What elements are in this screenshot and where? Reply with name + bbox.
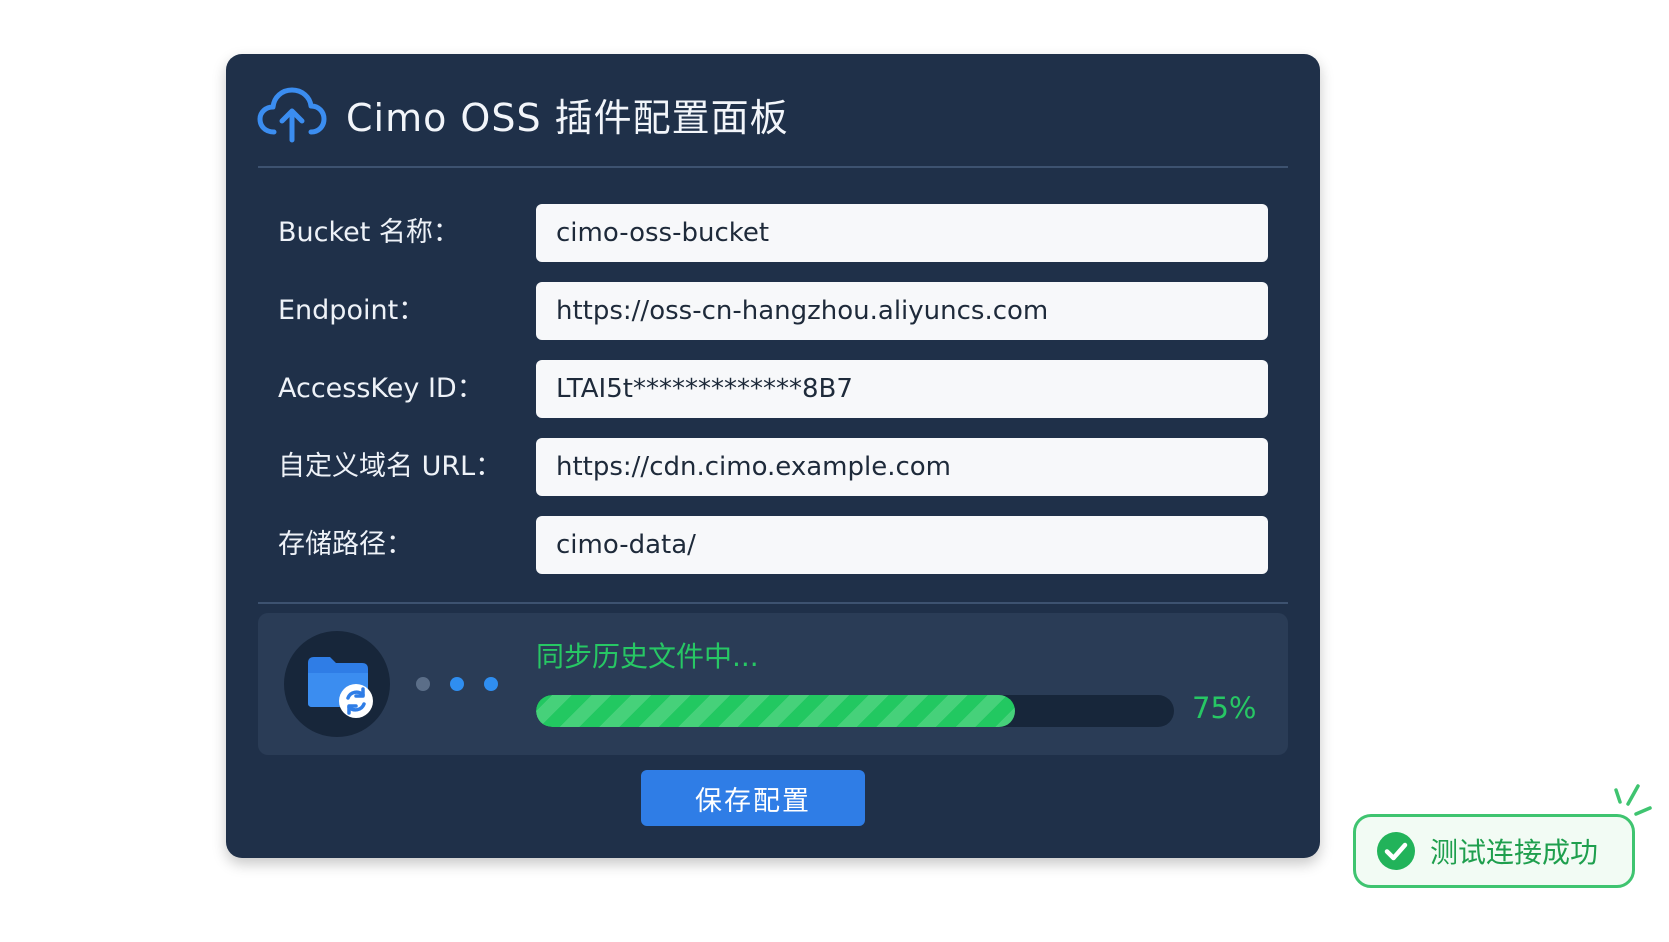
sync-status-box: 同步历史文件中... 75% [258,613,1288,755]
custom-domain-label: 自定义域名 URL： [278,451,503,482]
folder-sync-icon [308,657,373,718]
bucket-label: Bucket 名称： [278,217,460,248]
form-row-storage-path: 存储路径： [226,516,1320,574]
sync-dot [450,677,464,691]
endpoint-input[interactable] [536,282,1268,340]
sync-progress-bar [536,695,1174,727]
save-config-button[interactable]: 保存配置 [641,770,865,826]
page-title: Cimo OSS 插件配置面板 [346,95,789,140]
endpoint-label: Endpoint： [278,295,426,326]
connection-success-toast: 测试连接成功 [1353,814,1635,888]
form-row-bucket: Bucket 名称： [226,204,1320,262]
form-divider [258,602,1288,604]
custom-domain-input[interactable] [536,438,1268,496]
header-divider [258,166,1288,168]
sync-progress-percent: 75% [1192,691,1257,725]
folder-sync-badge [284,631,390,737]
storage-path-label: 存储路径： [278,529,413,560]
sync-status-text: 同步历史文件中... [536,640,759,673]
check-circle-icon [1377,832,1415,870]
form-row-custom-domain: 自定义域名 URL： [226,438,1320,496]
panel-header: Cimo OSS 插件配置面板 [256,84,789,144]
config-panel: Cimo OSS 插件配置面板 Bucket 名称： Endpoint： Acc… [226,54,1320,858]
cloud-upload-icon [257,87,327,143]
toast-message: 测试连接成功 [1430,836,1599,869]
accesskey-id-input[interactable] [536,360,1268,418]
accesskey-label: AccessKey ID： [278,373,484,404]
sync-dots [416,676,518,692]
sync-dot [416,677,430,691]
sync-dot [484,677,498,691]
sync-progress-fill [536,695,1015,727]
storage-path-input[interactable] [536,516,1268,574]
page: Cimo OSS 插件配置面板 Bucket 名称： Endpoint： Acc… [0,0,1669,942]
form-row-endpoint: Endpoint： [226,282,1320,340]
sparkle-icon [1614,784,1652,816]
bucket-name-input[interactable] [536,204,1268,262]
form-row-accesskey: AccessKey ID： [226,360,1320,418]
